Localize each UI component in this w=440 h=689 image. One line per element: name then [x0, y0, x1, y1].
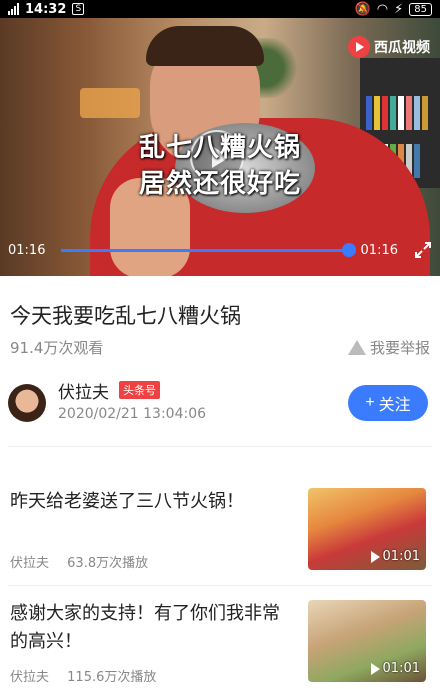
rec-author: 伏拉夫 — [10, 556, 50, 571]
report-label: 我要举报 — [369, 339, 430, 357]
current-time: 01:16 — [8, 242, 46, 258]
video-title: 今天我要吃乱七八糟火锅 — [10, 304, 241, 328]
rec-duration: 01:01 — [370, 549, 420, 564]
fullscreen-icon[interactable] — [414, 241, 432, 259]
author-row: 伏拉夫 头条号 2020/02/21 13:04:06 + 关注 — [0, 378, 440, 430]
follow-button[interactable]: + 关注 — [348, 385, 428, 421]
app-notification-icon: S — [72, 3, 85, 15]
divider — [8, 446, 432, 447]
toutiao-badge: 头条号 — [119, 381, 160, 399]
status-time: 14:32 — [25, 1, 67, 17]
rec-meta: 伏拉夫 115.6万次播放 — [10, 666, 156, 685]
status-bar: 14:32 S 🔕 ◠ ⚡ 85 — [0, 0, 440, 18]
play-icon — [370, 662, 380, 675]
progress-bar[interactable] — [61, 242, 356, 257]
rec-plays: 115.6万次播放 — [67, 670, 157, 685]
video-background — [80, 88, 140, 118]
warning-icon — [347, 340, 366, 355]
follow-label: 关注 — [378, 397, 411, 414]
video-controls: 01:16 01:16 — [0, 238, 440, 262]
view-count: 91.4万次观看 — [10, 339, 104, 357]
rec-duration: 01:01 — [370, 661, 420, 676]
charging-icon: ⚡ — [394, 1, 404, 17]
signal-icon — [8, 3, 19, 15]
rec-duration-text: 01:01 — [382, 661, 420, 676]
rec-title[interactable]: 感谢大家的支持！有了你们我非常的高兴！ — [10, 600, 295, 656]
caption-line-2: 居然还很好吃 — [138, 169, 301, 199]
xigua-logo-text: 西瓜视频 — [374, 40, 430, 56]
publish-date: 2020/02/21 13:04:06 — [58, 406, 207, 422]
rec-plays: 63.8万次播放 — [67, 556, 149, 571]
avatar[interactable] — [8, 384, 46, 422]
video-frame-hair — [146, 26, 264, 66]
rec-thumbnail[interactable]: 01:01 — [308, 600, 426, 682]
progress-handle[interactable] — [341, 242, 356, 257]
battery-level: 85 — [409, 2, 432, 16]
rec-duration-text: 01:01 — [382, 549, 420, 564]
list-item[interactable]: 感谢大家的支持！有了你们我非常的高兴！ 伏拉夫 115.6万次播放 01:01 — [0, 600, 440, 689]
rec-thumbnail[interactable]: 01:01 — [308, 488, 426, 570]
rec-author: 伏拉夫 — [10, 670, 50, 685]
list-item[interactable]: 昨天给老婆送了三八节火锅！ 伏拉夫 63.8万次播放 01:01 — [0, 488, 440, 588]
xigua-logo-icon — [348, 36, 370, 58]
video-caption: 乱七八糟火锅 居然还很好吃 — [0, 130, 440, 202]
progress-fill — [61, 248, 349, 252]
caption-line-1: 乱七八糟火锅 — [138, 133, 301, 163]
divider — [8, 585, 432, 586]
video-player[interactable]: 西瓜视频 乱七八糟火锅 居然还很好吃 01:16 01:16 — [0, 18, 440, 276]
play-icon — [370, 550, 380, 563]
rec-title[interactable]: 昨天给老婆送了三八节火锅！ — [10, 488, 295, 516]
author-name[interactable]: 伏拉夫 — [58, 378, 109, 403]
mute-icon: 🔕 — [354, 1, 371, 17]
xigua-logo: 西瓜视频 — [348, 36, 430, 58]
rec-meta: 伏拉夫 63.8万次播放 — [10, 552, 148, 571]
wifi-icon: ◠ — [376, 1, 389, 17]
total-time: 01:16 — [360, 242, 398, 258]
plus-icon: + — [365, 394, 375, 411]
report-button[interactable]: 我要举报 — [347, 337, 430, 358]
